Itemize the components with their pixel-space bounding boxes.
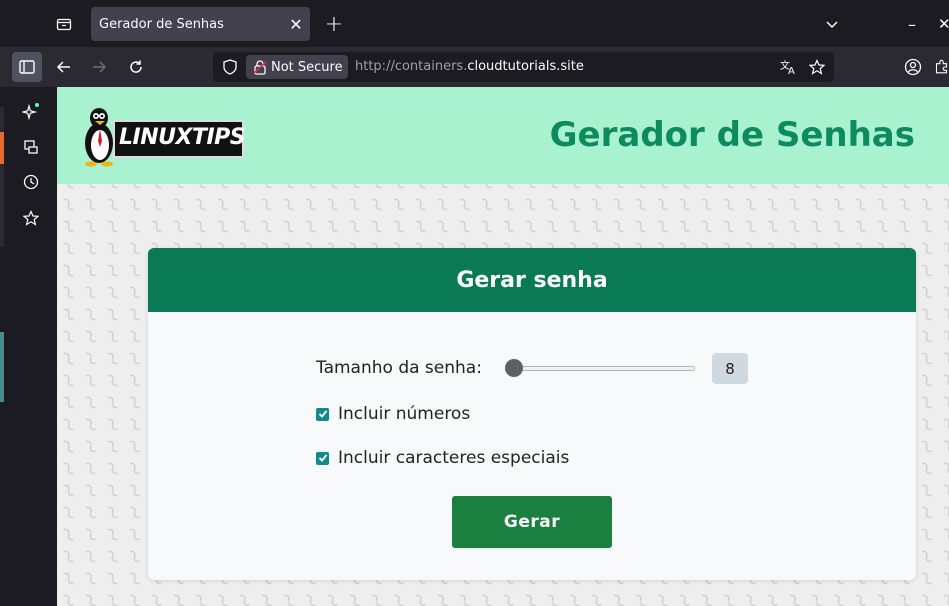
navigation-bar: Not Secure http://containers.cloudtutori… — [0, 47, 949, 87]
include-numbers-row[interactable]: Incluir números — [316, 402, 470, 426]
back-icon[interactable] — [49, 52, 79, 82]
url-bar[interactable]: Not Secure http://containers.cloudtutori… — [213, 52, 834, 82]
browser-tab[interactable]: Gerador de Senhas ✕ — [91, 7, 310, 41]
ai-sparkle-icon[interactable] — [19, 99, 43, 123]
include-numbers-checkbox[interactable] — [316, 407, 329, 421]
new-tab-icon[interactable]: + — [322, 12, 346, 37]
translate-icon[interactable]: 文A — [779, 57, 799, 77]
linuxtips-logo: LINUXTIPS — [81, 105, 246, 167]
url-text[interactable]: http://containers.cloudtutorials.site — [355, 59, 584, 74]
slider-track[interactable] — [512, 366, 695, 371]
browser-sidebar — [0, 87, 57, 606]
password-length-slider[interactable] — [505, 359, 695, 377]
sidebar-edge — [0, 107, 4, 247]
card-title: Gerar senha — [456, 267, 608, 293]
tab-title: Gerador de Senhas — [99, 16, 224, 32]
close-window-icon[interactable]: ✕ — [938, 12, 949, 36]
password-generator-card: Gerar senha Tamanho da senha: 8 Incluir … — [148, 248, 916, 580]
web-page: LINUXTIPS Gerador de Senhas Gerar senha … — [57, 87, 949, 606]
checkmark-icon — [318, 410, 327, 418]
not-secure-label: Not Secure — [271, 59, 343, 75]
password-length-row: Tamanho da senha: 8 — [316, 352, 756, 384]
reload-icon[interactable] — [121, 52, 151, 82]
tab-strip: Gerador de Senhas ✕ + – ✕ — [0, 0, 949, 47]
logo-text: LINUXTIPS — [119, 125, 246, 150]
site-header: LINUXTIPS Gerador de Senhas — [57, 87, 949, 184]
minimize-icon[interactable]: – — [900, 12, 924, 36]
include-special-label: Incluir caracteres especiais — [338, 448, 570, 468]
extensions-icon[interactable] — [934, 52, 949, 82]
sidebar-edge-teal — [0, 332, 4, 402]
chevron-down-icon[interactable] — [820, 12, 844, 36]
sidebar-edge-accent — [0, 132, 4, 164]
generate-button[interactable]: Gerar — [452, 496, 612, 548]
close-tab-icon[interactable]: ✕ — [284, 12, 308, 36]
not-secure-badge[interactable]: Not Secure — [246, 55, 348, 79]
url-domain: cloudtutorials.site — [467, 59, 584, 74]
forward-icon[interactable] — [84, 52, 114, 82]
tab-list-icon[interactable] — [52, 12, 76, 36]
synced-tabs-icon[interactable] — [19, 135, 43, 159]
bookmark-star-icon[interactable] — [807, 57, 827, 77]
bookmarks-star-icon[interactable] — [19, 206, 43, 230]
slider-thumb[interactable] — [505, 359, 523, 377]
svg-text:A: A — [788, 66, 795, 75]
page-title: Gerador de Senhas — [549, 115, 915, 155]
sidebar-toggle-icon[interactable] — [12, 52, 42, 82]
include-special-row[interactable]: Incluir caracteres especiais — [316, 446, 569, 470]
include-special-checkbox[interactable] — [316, 451, 329, 465]
url-prefix: http://containers. — [355, 59, 468, 74]
shield-icon[interactable] — [221, 58, 239, 76]
insecure-lock-icon — [253, 60, 267, 75]
history-clock-icon[interactable] — [19, 170, 43, 194]
checkmark-icon — [318, 454, 327, 462]
password-length-label: Tamanho da senha: — [316, 358, 482, 378]
include-numbers-label: Incluir números — [338, 404, 471, 424]
account-icon[interactable] — [898, 52, 928, 82]
card-header: Gerar senha — [148, 248, 916, 312]
password-length-value: 8 — [712, 353, 748, 384]
